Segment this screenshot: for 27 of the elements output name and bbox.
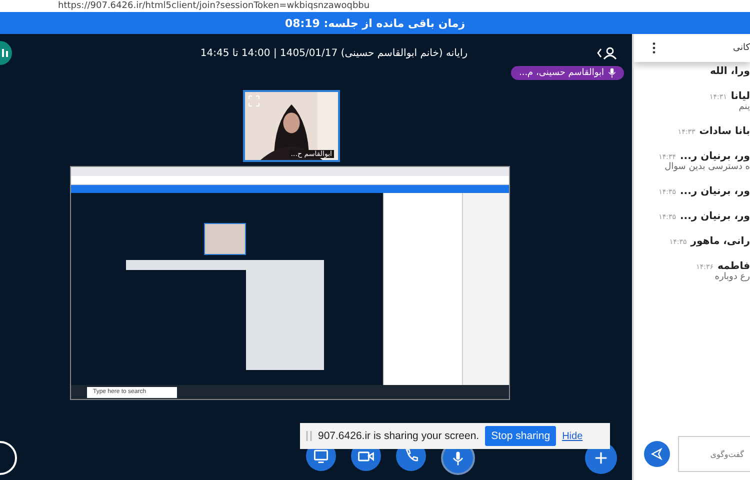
message-text: رع دوباره (714, 272, 750, 282)
sender-name: ور، برنیان ر... (680, 151, 750, 162)
chat-title: کانی (732, 43, 750, 53)
stop-sharing-button[interactable]: Stop sharing (485, 426, 556, 446)
user-icon[interactable] (596, 46, 618, 60)
microphone-icon (608, 68, 616, 78)
sender-name: لیانا (730, 91, 750, 102)
plus-icon (593, 450, 609, 466)
sender-name: ورا، الله (710, 66, 750, 77)
message-text: ینم (738, 102, 750, 112)
sender-name: فاطمه (718, 261, 750, 272)
more-icon[interactable] (652, 42, 656, 54)
hide-link[interactable]: Hide (562, 430, 583, 442)
sender-name: ور، برنیان ر... (680, 211, 750, 222)
chat-input[interactable]: گفت‌وگوی (678, 436, 750, 472)
share-message: 907.6426.ir is sharing your screen. (318, 430, 480, 442)
sender-name: بانا سادات (699, 126, 750, 137)
send-icon (649, 446, 665, 462)
session-timer: زمان باقی مانده از جلسه: 08:19 (284, 16, 466, 30)
send-button[interactable] (644, 441, 670, 467)
message-text: ه دسترسی بدین سوال (664, 162, 750, 172)
talking-name: ابوالقاسم حسینی، م... (518, 68, 604, 78)
sender-name: ور، برنیان ر... (680, 186, 750, 197)
video-thumbnail (204, 223, 246, 255)
drag-handle-icon[interactable] (306, 430, 312, 442)
sender-name: رانی، ماهور (690, 236, 750, 247)
meeting-title: رایانه (خانم ابوالقاسم حسینی) 1405/01/17 | 14:00 تا 14:45 (200, 48, 468, 58)
